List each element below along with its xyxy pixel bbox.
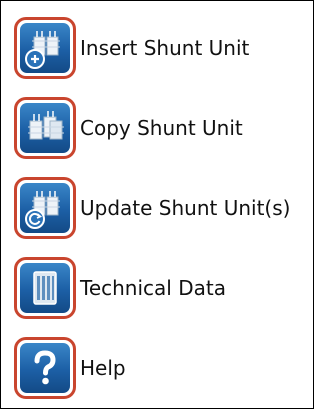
menu-item-label: Insert Shunt Unit — [80, 36, 250, 60]
menu-item-label: Copy Shunt Unit — [80, 116, 243, 140]
insert-shunt-unit-icon — [14, 17, 76, 79]
update-shunt-unit-icon — [14, 177, 76, 239]
help-icon — [14, 337, 76, 399]
copy-shunt-unit-icon — [14, 97, 76, 159]
menu-item-insert-shunt-unit[interactable]: Insert Shunt Unit — [14, 17, 309, 79]
menu-item-technical-data[interactable]: Technical Data — [14, 257, 309, 319]
menu-item-copy-shunt-unit[interactable]: Copy Shunt Unit — [14, 97, 309, 159]
menu-item-label: Technical Data — [80, 276, 226, 300]
menu-item-label: Help — [80, 356, 126, 380]
menu-item-label: Update Shunt Unit(s) — [80, 196, 291, 220]
menu-item-help[interactable]: Help — [14, 337, 309, 399]
command-menu-panel: Insert Shunt Unit Copy Shunt Unit Update… — [0, 0, 314, 409]
technical-data-icon — [14, 257, 76, 319]
menu-item-update-shunt-units[interactable]: Update Shunt Unit(s) — [14, 177, 309, 239]
